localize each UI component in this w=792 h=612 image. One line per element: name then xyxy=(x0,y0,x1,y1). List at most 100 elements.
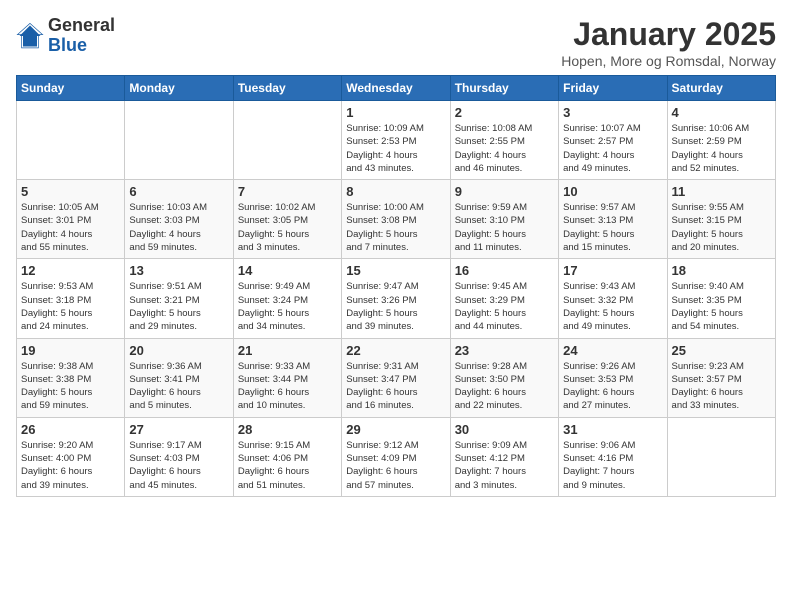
day-number: 29 xyxy=(346,422,445,437)
calendar-header-row: SundayMondayTuesdayWednesdayThursdayFrid… xyxy=(17,76,776,101)
day-info: Sunrise: 9:59 AM Sunset: 3:10 PM Dayligh… xyxy=(455,201,554,254)
day-info: Sunrise: 9:36 AM Sunset: 3:41 PM Dayligh… xyxy=(129,360,228,413)
day-info: Sunrise: 9:09 AM Sunset: 4:12 PM Dayligh… xyxy=(455,439,554,492)
day-cell: 3 Sunrise: 10:07 AM Sunset: 2:57 PM Dayli… xyxy=(559,101,667,180)
day-number: 12 xyxy=(21,263,120,278)
calendar-subtitle: Hopen, More og Romsdal, Norway xyxy=(561,53,776,69)
day-info: Sunrise: 10:07 AM Sunset: 2:57 PM Daylig… xyxy=(563,122,662,175)
week-row-5: 26 Sunrise: 9:20 AM Sunset: 4:00 PM Dayli… xyxy=(17,417,776,496)
day-info: Sunrise: 9:06 AM Sunset: 4:16 PM Dayligh… xyxy=(563,439,662,492)
day-info: Sunrise: 9:15 AM Sunset: 4:06 PM Dayligh… xyxy=(238,439,337,492)
day-info: Sunrise: 9:12 AM Sunset: 4:09 PM Dayligh… xyxy=(346,439,445,492)
day-number: 9 xyxy=(455,184,554,199)
day-number: 5 xyxy=(21,184,120,199)
day-number: 8 xyxy=(346,184,445,199)
day-info: Sunrise: 10:08 AM Sunset: 2:55 PM Daylig… xyxy=(455,122,554,175)
day-cell xyxy=(125,101,233,180)
day-number: 22 xyxy=(346,343,445,358)
day-cell: 8 Sunrise: 10:00 AM Sunset: 3:08 PM Dayli… xyxy=(342,180,450,259)
calendar-title: January 2025 xyxy=(561,16,776,53)
day-cell xyxy=(233,101,341,180)
day-cell: 1Sunrise: 10:09 AM Sunset: 2:53 PM Dayli… xyxy=(342,101,450,180)
day-cell: 18 Sunrise: 9:40 AM Sunset: 3:35 PM Dayli… xyxy=(667,259,775,338)
day-info: Sunrise: 9:20 AM Sunset: 4:00 PM Dayligh… xyxy=(21,439,120,492)
day-info: Sunrise: 9:38 AM Sunset: 3:38 PM Dayligh… xyxy=(21,360,120,413)
day-number: 23 xyxy=(455,343,554,358)
day-cell: 28 Sunrise: 9:15 AM Sunset: 4:06 PM Dayli… xyxy=(233,417,341,496)
day-cell: 26 Sunrise: 9:20 AM Sunset: 4:00 PM Dayli… xyxy=(17,417,125,496)
day-info: Sunrise: 9:23 AM Sunset: 3:57 PM Dayligh… xyxy=(672,360,771,413)
day-number: 24 xyxy=(563,343,662,358)
week-row-2: 5 Sunrise: 10:05 AM Sunset: 3:01 PM Dayli… xyxy=(17,180,776,259)
day-info: Sunrise: 9:40 AM Sunset: 3:35 PM Dayligh… xyxy=(672,280,771,333)
logo-blue-text: Blue xyxy=(48,35,87,55)
day-cell xyxy=(667,417,775,496)
title-block: January 2025 Hopen, More og Romsdal, Nor… xyxy=(561,16,776,69)
day-cell: 17Sunrise: 9:43 AM Sunset: 3:32 PM Dayli… xyxy=(559,259,667,338)
day-info: Sunrise: 9:55 AM Sunset: 3:15 PM Dayligh… xyxy=(672,201,771,254)
day-number: 3 xyxy=(563,105,662,120)
day-info: Sunrise: 10:06 AM Sunset: 2:59 PM Daylig… xyxy=(672,122,771,175)
day-cell: 9 Sunrise: 9:59 AM Sunset: 3:10 PM Daylig… xyxy=(450,180,558,259)
logo-text: General Blue xyxy=(48,16,115,56)
day-cell: 25 Sunrise: 9:23 AM Sunset: 3:57 PM Dayli… xyxy=(667,338,775,417)
header-wednesday: Wednesday xyxy=(342,76,450,101)
day-info: Sunrise: 9:53 AM Sunset: 3:18 PM Dayligh… xyxy=(21,280,120,333)
calendar-table: SundayMondayTuesdayWednesdayThursdayFrid… xyxy=(16,75,776,497)
day-info: Sunrise: 9:31 AM Sunset: 3:47 PM Dayligh… xyxy=(346,360,445,413)
header-friday: Friday xyxy=(559,76,667,101)
day-info: Sunrise: 10:09 AM Sunset: 2:53 PM Daylig… xyxy=(346,122,445,175)
day-number: 14 xyxy=(238,263,337,278)
header-monday: Monday xyxy=(125,76,233,101)
day-info: Sunrise: 9:49 AM Sunset: 3:24 PM Dayligh… xyxy=(238,280,337,333)
day-cell xyxy=(17,101,125,180)
day-number: 11 xyxy=(672,184,771,199)
day-number: 7 xyxy=(238,184,337,199)
day-cell: 10Sunrise: 9:57 AM Sunset: 3:13 PM Dayli… xyxy=(559,180,667,259)
day-info: Sunrise: 9:45 AM Sunset: 3:29 PM Dayligh… xyxy=(455,280,554,333)
day-number: 21 xyxy=(238,343,337,358)
day-number: 28 xyxy=(238,422,337,437)
day-number: 26 xyxy=(21,422,120,437)
day-number: 6 xyxy=(129,184,228,199)
day-number: 16 xyxy=(455,263,554,278)
header-saturday: Saturday xyxy=(667,76,775,101)
day-number: 17 xyxy=(563,263,662,278)
day-info: Sunrise: 10:02 AM Sunset: 3:05 PM Daylig… xyxy=(238,201,337,254)
day-number: 2 xyxy=(455,105,554,120)
day-info: Sunrise: 10:00 AM Sunset: 3:08 PM Daylig… xyxy=(346,201,445,254)
day-info: Sunrise: 10:03 AM Sunset: 3:03 PM Daylig… xyxy=(129,201,228,254)
day-info: Sunrise: 9:28 AM Sunset: 3:50 PM Dayligh… xyxy=(455,360,554,413)
day-info: Sunrise: 10:05 AM Sunset: 3:01 PM Daylig… xyxy=(21,201,120,254)
logo-general-text: General xyxy=(48,15,115,35)
day-info: Sunrise: 9:17 AM Sunset: 4:03 PM Dayligh… xyxy=(129,439,228,492)
day-number: 18 xyxy=(672,263,771,278)
day-cell: 24 Sunrise: 9:26 AM Sunset: 3:53 PM Dayli… xyxy=(559,338,667,417)
day-info: Sunrise: 9:33 AM Sunset: 3:44 PM Dayligh… xyxy=(238,360,337,413)
day-info: Sunrise: 9:26 AM Sunset: 3:53 PM Dayligh… xyxy=(563,360,662,413)
day-cell: 19Sunrise: 9:38 AM Sunset: 3:38 PM Dayli… xyxy=(17,338,125,417)
day-number: 27 xyxy=(129,422,228,437)
week-row-1: 1Sunrise: 10:09 AM Sunset: 2:53 PM Dayli… xyxy=(17,101,776,180)
day-number: 4 xyxy=(672,105,771,120)
day-cell: 14 Sunrise: 9:49 AM Sunset: 3:24 PM Dayli… xyxy=(233,259,341,338)
day-cell: 6 Sunrise: 10:03 AM Sunset: 3:03 PM Dayli… xyxy=(125,180,233,259)
day-cell: 30Sunrise: 9:09 AM Sunset: 4:12 PM Dayli… xyxy=(450,417,558,496)
day-cell: 20 Sunrise: 9:36 AM Sunset: 3:41 PM Dayli… xyxy=(125,338,233,417)
day-info: Sunrise: 9:47 AM Sunset: 3:26 PM Dayligh… xyxy=(346,280,445,333)
page-header: General Blue January 2025 Hopen, More og… xyxy=(16,16,776,69)
day-number: 15 xyxy=(346,263,445,278)
day-cell: 11 Sunrise: 9:55 AM Sunset: 3:15 PM Dayli… xyxy=(667,180,775,259)
day-cell: 29 Sunrise: 9:12 AM Sunset: 4:09 PM Dayli… xyxy=(342,417,450,496)
day-number: 20 xyxy=(129,343,228,358)
day-cell: 22 Sunrise: 9:31 AM Sunset: 3:47 PM Dayli… xyxy=(342,338,450,417)
day-number: 10 xyxy=(563,184,662,199)
day-cell: 31Sunrise: 9:06 AM Sunset: 4:16 PM Dayli… xyxy=(559,417,667,496)
day-cell: 4 Sunrise: 10:06 AM Sunset: 2:59 PM Dayli… xyxy=(667,101,775,180)
day-cell: 5 Sunrise: 10:05 AM Sunset: 3:01 PM Dayli… xyxy=(17,180,125,259)
day-info: Sunrise: 9:51 AM Sunset: 3:21 PM Dayligh… xyxy=(129,280,228,333)
day-number: 13 xyxy=(129,263,228,278)
day-cell: 12 Sunrise: 9:53 AM Sunset: 3:18 PM Dayli… xyxy=(17,259,125,338)
day-cell: 15 Sunrise: 9:47 AM Sunset: 3:26 PM Dayli… xyxy=(342,259,450,338)
day-number: 25 xyxy=(672,343,771,358)
